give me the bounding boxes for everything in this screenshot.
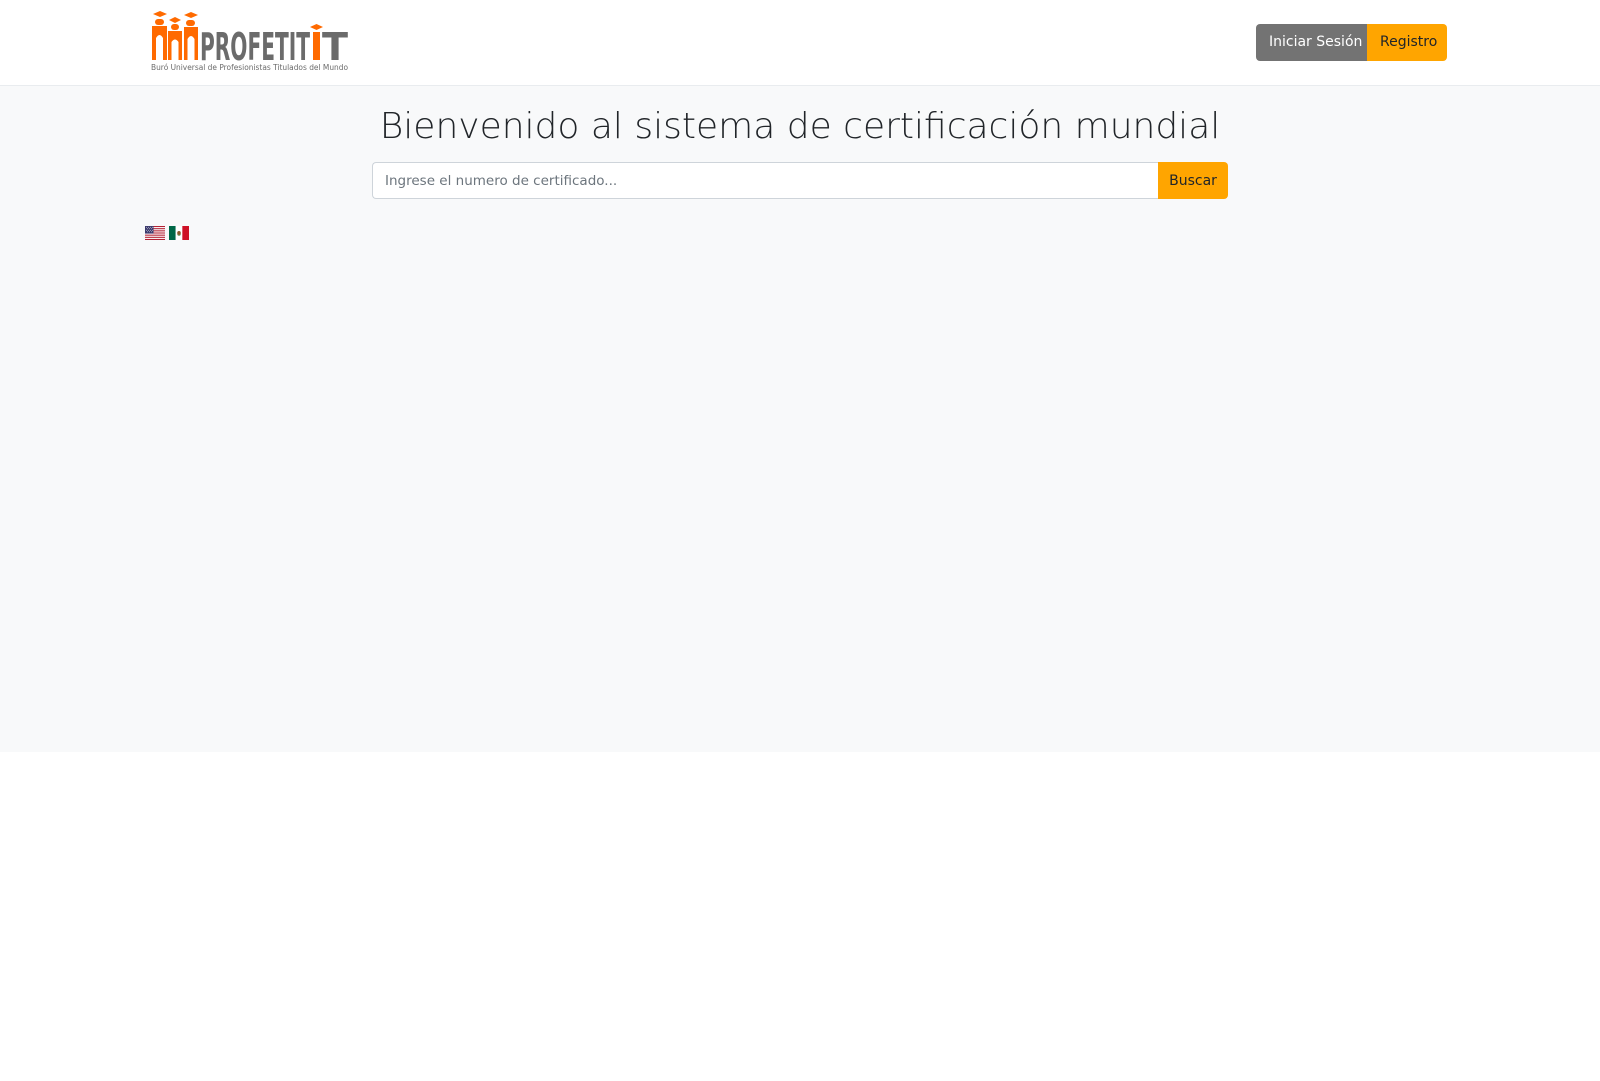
- us-flag-icon[interactable]: [145, 226, 165, 240]
- main-content: Bienvenido al sistema de certificación m…: [0, 86, 1600, 752]
- page-bottom-area: [0, 752, 1600, 1081]
- svg-text:Buró Universal de Profesionist: Buró Universal de Profesionistas Titulad…: [151, 62, 348, 72]
- language-switcher: [145, 226, 189, 240]
- page-title: Bienvenido al sistema de certificación m…: [379, 106, 1221, 147]
- certificate-search-input[interactable]: [372, 162, 1158, 199]
- register-button[interactable]: Registro: [1367, 24, 1447, 61]
- profetit-logo[interactable]: PROFETIT T Buró Universal de Profesionis…: [150, 10, 360, 72]
- certificate-search: Buscar: [372, 162, 1228, 199]
- login-button[interactable]: Iniciar Sesión: [1256, 24, 1367, 61]
- auth-actions: Iniciar Sesión Registro: [1256, 24, 1447, 61]
- search-button[interactable]: Buscar: [1158, 162, 1228, 199]
- site-header: PROFETIT T Buró Universal de Profesionis…: [0, 0, 1600, 86]
- mexico-flag-icon[interactable]: [169, 226, 189, 240]
